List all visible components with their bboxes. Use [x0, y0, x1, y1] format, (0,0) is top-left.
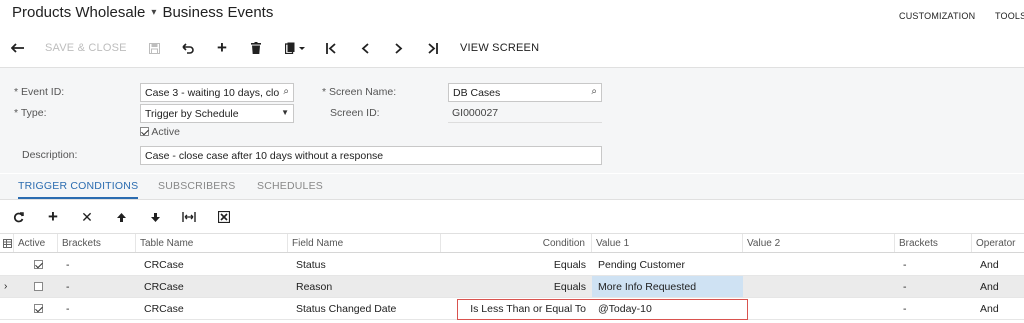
active-checkbox[interactable] — [140, 127, 149, 136]
col-field-name[interactable]: Field Name — [288, 234, 441, 252]
grid-settings-icon[interactable] — [0, 234, 14, 252]
col-value1[interactable]: Value 1 — [592, 234, 743, 252]
row-value2[interactable] — [745, 298, 895, 319]
main-toolbar: SAVE & CLOSE + VIEW SCREEN — [0, 34, 1024, 62]
refresh-icon[interactable] — [10, 209, 26, 225]
col-condition[interactable]: Condition — [441, 234, 592, 252]
row-operator[interactable]: And — [976, 254, 1024, 275]
row-active-checkbox[interactable] — [30, 276, 50, 297]
active-label: Active — [151, 126, 180, 138]
tab-bar: TRIGGER CONDITIONS SUBSCRIBERS SCHEDULES — [0, 174, 1024, 200]
tools-menu[interactable]: TOOLS — [995, 11, 1024, 21]
description-field[interactable]: Case - close case after 10 days without … — [140, 146, 602, 165]
row-active-checkbox[interactable] — [30, 298, 50, 319]
highlight-callout — [457, 299, 748, 320]
row-operator[interactable]: And — [976, 276, 1024, 297]
event-form: Event ID: Case 3 - waiting 10 days, clo … — [0, 67, 1024, 173]
row-brackets[interactable]: - — [62, 254, 132, 275]
col-brackets-close[interactable]: Brackets — [895, 234, 972, 252]
row-field-name[interactable]: Reason — [292, 276, 441, 297]
row-value2[interactable] — [745, 254, 895, 275]
copy-paste-icon[interactable] — [282, 39, 308, 57]
row-table-name[interactable]: CRCase — [140, 276, 288, 297]
last-record-icon[interactable] — [425, 39, 441, 57]
save-close-button[interactable]: SAVE & CLOSE — [45, 39, 127, 57]
search-icon[interactable]: ⌕ — [591, 86, 597, 97]
tab-schedules[interactable]: SCHEDULES — [257, 180, 323, 192]
row-value1[interactable]: More Info Requested — [592, 276, 743, 297]
row-brackets[interactable]: - — [62, 298, 132, 319]
row-field-name[interactable]: Status — [292, 254, 441, 275]
description-label: Description: — [22, 149, 78, 161]
undo-icon[interactable] — [180, 39, 196, 57]
row-brackets-close[interactable]: - — [899, 254, 969, 275]
move-up-icon[interactable] — [113, 209, 129, 225]
screen-id-label: Screen ID: — [330, 107, 380, 119]
site-name[interactable]: Products Wholesale — [12, 4, 145, 21]
chevron-down-icon[interactable]: ▼ — [281, 108, 289, 117]
save-icon[interactable] — [146, 39, 162, 57]
grid-header: Active Brackets Table Name Field Name Co… — [0, 233, 1024, 253]
move-down-icon[interactable] — [147, 209, 163, 225]
row-field-name[interactable]: Status Changed Date — [292, 298, 441, 319]
page-title: Products Wholesale ▾ Business Events — [12, 4, 273, 21]
col-brackets[interactable]: Brackets — [58, 234, 136, 252]
type-label: Type: — [14, 107, 47, 119]
title-bar: Products Wholesale ▾ Business Events CUSTO… — [0, 0, 1024, 30]
row-value2[interactable] — [745, 276, 895, 297]
event-id-field[interactable]: Case 3 - waiting 10 days, clo ⌕ — [140, 83, 294, 102]
fit-columns-icon[interactable] — [181, 209, 197, 225]
screen-id-value: GI000027 — [448, 104, 602, 123]
tab-subscribers[interactable]: SUBSCRIBERS — [158, 180, 235, 192]
description-value: Case - close case after 10 days without … — [145, 150, 384, 162]
type-value: Trigger by Schedule — [145, 108, 239, 120]
export-excel-icon[interactable] — [216, 209, 232, 225]
back-arrow-icon[interactable] — [10, 39, 26, 57]
type-select[interactable]: Trigger by Schedule ▼ — [140, 104, 294, 123]
previous-record-icon[interactable] — [357, 39, 373, 57]
add-row-icon[interactable]: + — [45, 207, 61, 226]
grid-toolbar: + ✕ — [0, 201, 1024, 231]
screen-name-label: Screen Name: — [322, 86, 396, 98]
screen-name-field[interactable]: DB Cases ⌕ — [448, 83, 602, 102]
table-row[interactable]: - CRCase Status Equals Pending Customer … — [0, 254, 1024, 276]
col-active[interactable]: Active — [14, 234, 58, 252]
event-id-label: Event ID: — [14, 86, 64, 98]
active-toggle[interactable]: Active — [140, 126, 180, 138]
row-condition[interactable]: Equals — [441, 276, 592, 297]
next-record-icon[interactable] — [391, 39, 407, 57]
screen-name-value: DB Cases — [453, 87, 501, 99]
row-value1[interactable]: Pending Customer — [594, 254, 743, 275]
row-operator[interactable]: And — [976, 298, 1024, 319]
row-table-name[interactable]: CRCase — [140, 254, 288, 275]
row-active-checkbox[interactable] — [30, 254, 50, 275]
table-row[interactable]: › - CRCase Reason Equals More Info Reque… — [0, 276, 1024, 298]
search-icon[interactable]: ⌕ — [283, 86, 289, 97]
delete-row-icon[interactable]: ✕ — [79, 209, 95, 225]
first-record-icon[interactable] — [323, 39, 339, 57]
row-pointer-icon: › — [4, 281, 8, 292]
tab-trigger-conditions[interactable]: TRIGGER CONDITIONS — [18, 180, 139, 199]
add-icon[interactable]: + — [214, 38, 230, 57]
screen-title: Business Events — [162, 4, 274, 21]
delete-icon[interactable] — [248, 39, 264, 57]
event-id-value: Case 3 - waiting 10 days, clo — [145, 87, 280, 99]
view-screen-button[interactable]: VIEW SCREEN — [460, 39, 539, 57]
row-table-name[interactable]: CRCase — [140, 298, 288, 319]
col-operator[interactable]: Operator — [972, 234, 1024, 252]
row-brackets-close[interactable]: - — [899, 276, 969, 297]
col-table-name[interactable]: Table Name — [136, 234, 288, 252]
row-brackets-close[interactable]: - — [899, 298, 969, 319]
row-condition[interactable]: Equals — [441, 254, 592, 275]
row-brackets[interactable]: - — [62, 276, 132, 297]
chevron-down-icon[interactable]: ▾ — [151, 7, 156, 18]
col-value2[interactable]: Value 2 — [743, 234, 895, 252]
customization-menu[interactable]: CUSTOMIZATION — [899, 11, 975, 21]
